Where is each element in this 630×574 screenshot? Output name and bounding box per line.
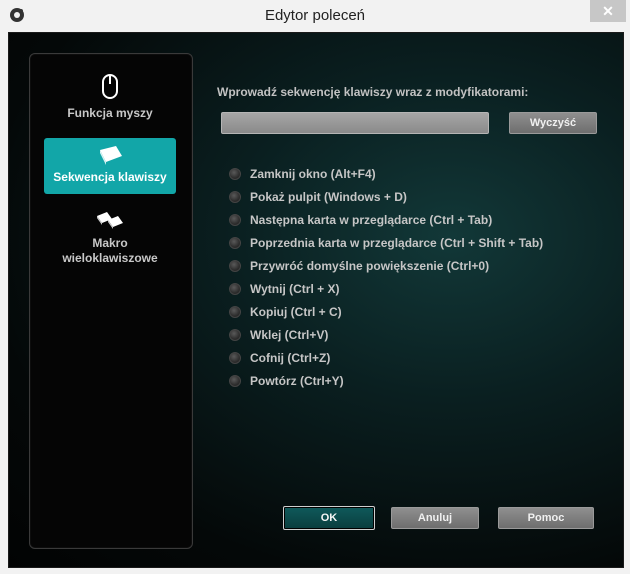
sidebar-item-label: wieloklawiszowe — [62, 251, 158, 265]
radio-icon[interactable] — [229, 352, 241, 364]
main-area: Wprowadź sekwencję klawiszy wraz z modyf… — [215, 33, 615, 567]
option-close-window[interactable]: Zamknij okno (Alt+F4) — [229, 165, 376, 183]
option-paste[interactable]: Wklej (Ctrl+V) — [229, 326, 328, 344]
radio-icon[interactable] — [229, 260, 241, 272]
option-label: Następna karta w przeglądarce (Ctrl + Ta… — [250, 213, 493, 227]
option-next-tab[interactable]: Następna karta w przeglądarce (Ctrl + Ta… — [229, 211, 492, 229]
sidebar-item-label: Funkcja myszy — [67, 106, 153, 120]
option-label: Cofnij (Ctrl+Z) — [250, 351, 331, 365]
option-show-desktop[interactable]: Pokaż pulpit (Windows + D) — [229, 188, 407, 206]
radio-icon[interactable] — [229, 191, 241, 203]
option-undo[interactable]: Cofnij (Ctrl+Z) — [229, 349, 330, 367]
radio-icon[interactable] — [229, 214, 241, 226]
radio-icon[interactable] — [229, 283, 241, 295]
radio-icon[interactable] — [229, 168, 241, 180]
radio-icon[interactable] — [229, 329, 241, 341]
help-button[interactable]: Pomoc — [498, 507, 594, 529]
multi-key-icon — [97, 212, 123, 229]
ok-button[interactable]: OK — [283, 506, 375, 530]
sidebar-item-label: Sekwencja klawiszy — [53, 170, 167, 184]
option-label: Poprzednia karta w przeglądarce (Ctrl + … — [250, 236, 544, 250]
key-sequence-input[interactable] — [221, 112, 489, 134]
option-redo[interactable]: Powtórz (Ctrl+Y) — [229, 372, 344, 390]
title-bar: Edytor poleceń ✕ — [0, 0, 630, 32]
option-cut[interactable]: Wytnij (Ctrl + X) — [229, 280, 339, 298]
option-label: Pokaż pulpit (Windows + D) — [250, 190, 407, 204]
sidebar-item-label: Makro — [92, 236, 128, 250]
option-label: Przywróć domyślne powiększenie (Ctrl+0) — [250, 259, 490, 273]
clear-button[interactable]: Wyczyść — [509, 112, 597, 134]
option-previous-tab[interactable]: Poprzednia karta w przeglądarce (Ctrl + … — [229, 234, 543, 252]
option-label: Zamknij okno (Alt+F4) — [250, 167, 376, 181]
radio-icon[interactable] — [229, 375, 241, 387]
close-button[interactable]: ✕ — [590, 0, 626, 22]
mouse-icon — [102, 74, 118, 99]
option-label: Kopiuj (Ctrl + C) — [250, 305, 342, 319]
sidebar-item-multikey-macro[interactable]: Makro wieloklawiszowe — [44, 208, 176, 274]
editor-panel: Funkcja myszy Sekwencja klawiszy Makro w… — [8, 32, 624, 568]
radio-icon[interactable] — [229, 306, 241, 318]
sidebar: Funkcja myszy Sekwencja klawiszy Makro w… — [29, 53, 193, 549]
option-copy[interactable]: Kopiuj (Ctrl + C) — [229, 303, 342, 321]
radio-icon[interactable] — [229, 237, 241, 249]
option-label: Powtórz (Ctrl+Y) — [250, 374, 344, 388]
option-label: Wytnij (Ctrl + X) — [250, 282, 340, 296]
option-reset-zoom[interactable]: Przywróć domyślne powiększenie (Ctrl+0) — [229, 257, 489, 275]
option-label: Wklej (Ctrl+V) — [250, 328, 329, 342]
window-title: Edytor poleceń — [264, 7, 366, 24]
sidebar-item-mouse-function[interactable]: Funkcja myszy — [44, 74, 176, 126]
close-icon: ✕ — [602, 3, 614, 19]
key-icon — [100, 146, 122, 165]
sequence-prompt: Wprowadź sekwencję klawiszy wraz z modyf… — [217, 85, 529, 99]
cancel-button[interactable]: Anuluj — [391, 507, 479, 529]
sidebar-item-key-sequence[interactable]: Sekwencja klawiszy — [44, 138, 176, 194]
